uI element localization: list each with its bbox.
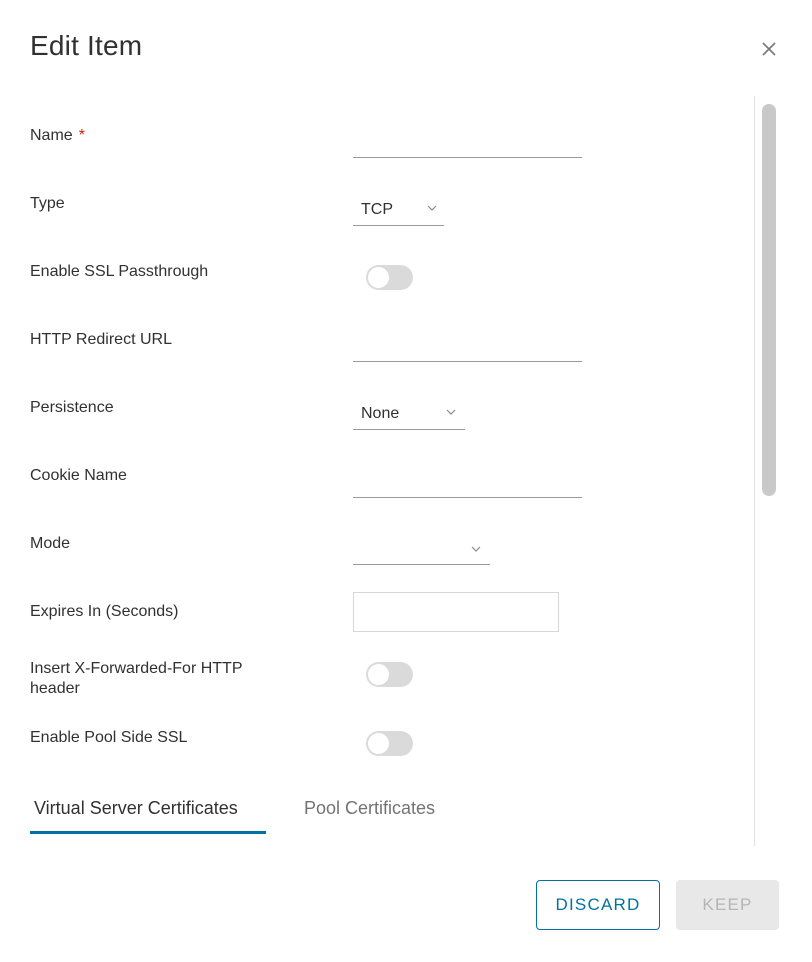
x-forwarded-label-line1: Insert X-Forwarded-For HTTP <box>30 660 243 677</box>
ssl-passthrough-label: Enable SSL Passthrough <box>30 263 209 280</box>
pool-ssl-label: Enable Pool Side SSL <box>30 729 188 746</box>
type-label: Type <box>30 195 65 212</box>
active-tab-indicator <box>30 831 266 834</box>
x-forwarded-label-line2: header <box>30 680 80 697</box>
type-select-value: TCP <box>361 200 393 218</box>
name-input[interactable] <box>353 130 582 158</box>
cookie-name-input[interactable] <box>353 470 582 498</box>
mode-label: Mode <box>30 535 71 552</box>
ssl-passthrough-toggle[interactable] <box>366 265 413 290</box>
toggle-knob <box>368 664 389 685</box>
chevron-down-icon <box>446 409 456 415</box>
required-mark: * <box>78 127 85 144</box>
http-redirect-label: HTTP Redirect URL <box>30 331 172 348</box>
x-forwarded-label: Insert X-Forwarded-For HTTP header <box>30 659 242 699</box>
edit-item-dialog: Edit Item Name * Type TCP Enable SSL Pass… <box>0 0 812 962</box>
close-icon[interactable] <box>758 38 780 60</box>
name-label: Name * <box>30 126 85 146</box>
expires-label: Expires In (Seconds) <box>30 603 179 620</box>
discard-button[interactable]: DISCARD <box>536 880 660 930</box>
toggle-knob <box>368 267 389 288</box>
persistence-label: Persistence <box>30 399 114 416</box>
keep-button[interactable]: KEEP <box>676 880 779 930</box>
scrollbar-thumb[interactable] <box>762 104 776 496</box>
dialog-title: Edit Item <box>30 30 143 61</box>
pool-ssl-toggle[interactable] <box>366 731 413 756</box>
http-redirect-input[interactable] <box>353 334 582 362</box>
chevron-down-icon <box>471 546 481 552</box>
chevron-down-icon <box>427 205 437 211</box>
persistence-select-value: None <box>361 404 400 422</box>
cookie-name-label: Cookie Name <box>30 467 127 484</box>
expires-input[interactable] <box>353 592 559 632</box>
persistence-select[interactable]: None <box>353 398 465 430</box>
name-label-text: Name <box>30 127 73 144</box>
tab-pool-certificates[interactable]: Pool Certificates <box>304 798 435 819</box>
tab-virtual-server-certificates[interactable]: Virtual Server Certificates <box>34 798 238 819</box>
type-select[interactable]: TCP <box>353 194 444 226</box>
toggle-knob <box>368 733 389 754</box>
x-forwarded-toggle[interactable] <box>366 662 413 687</box>
mode-select[interactable] <box>353 533 490 565</box>
